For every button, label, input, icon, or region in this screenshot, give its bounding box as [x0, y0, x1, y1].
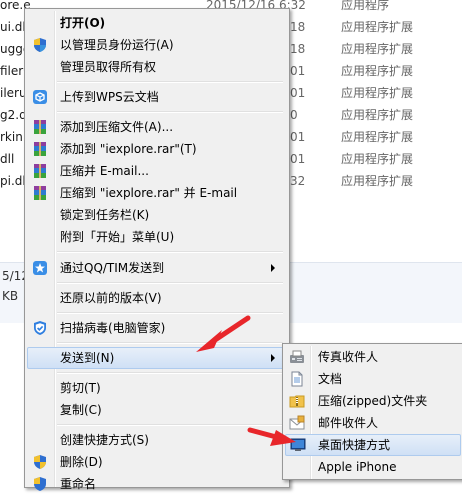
- file-date: 01: [290, 130, 306, 144]
- context-menu: 打开(O) 以管理员身份运行(A) 管理员取得所有权 上传到WPS云文档 添加到…: [24, 8, 290, 491]
- fax-icon: [289, 349, 305, 365]
- menu-item-add-to-archive[interactable]: 添加到压缩文件(A)...: [27, 116, 285, 138]
- submenu-arrow-icon: [271, 354, 275, 362]
- menu-item-label: 管理员取得所有权: [60, 60, 157, 74]
- menu-item-label: 添加到 "iexplore.rar"(T): [60, 142, 197, 156]
- send-to-submenu: 传真收件人 文档 压缩(zipped)文件夹 邮件收件人 桌面快捷方式 Appl…: [282, 343, 462, 480]
- menu-item-label: 附到「开始」菜单(U): [60, 230, 175, 244]
- file-type: 应用程序: [341, 0, 390, 12]
- menu-item-label: 扫描病毒(电脑管家): [60, 321, 166, 335]
- submenu-item-label: 压缩(zipped)文件夹: [318, 394, 428, 408]
- menu-item-label: 压缩到 "iexplore.rar" 并 E-mail: [60, 186, 238, 200]
- submenu-item-mail[interactable]: 邮件收件人: [285, 412, 461, 434]
- submenu-item-label: Apple iPhone: [318, 460, 397, 474]
- submenu-item-label: 文档: [318, 372, 343, 386]
- file-date: 0: [290, 108, 298, 122]
- file-type: 应用程序扩展: [341, 130, 414, 144]
- menu-item-run-as-admin[interactable]: 以管理员身份运行(A): [27, 34, 285, 56]
- file-date: 01: [290, 86, 306, 100]
- menu-item-compress-rar-email[interactable]: 压缩到 "iexplore.rar" 并 E-mail: [27, 182, 285, 204]
- submenu-item-iphone[interactable]: Apple iPhone: [285, 456, 461, 478]
- submenu-item-zip-folder[interactable]: 压缩(zipped)文件夹: [285, 390, 461, 412]
- menu-separator: [57, 372, 283, 374]
- menu-item-label: 剪切(T): [60, 381, 101, 395]
- menu-item-delete[interactable]: 删除(D): [27, 451, 285, 473]
- winrar-icon: [32, 163, 48, 179]
- menu-item-label: 以管理员身份运行(A): [60, 38, 174, 52]
- menu-separator: [57, 111, 283, 113]
- menu-separator: [57, 282, 283, 284]
- menu-separator: [57, 251, 283, 253]
- menu-item-send-to[interactable]: 发送到(N): [27, 347, 285, 369]
- menu-item-scan-virus[interactable]: 扫描病毒(电脑管家): [27, 317, 285, 339]
- menu-item-open[interactable]: 打开(O): [27, 12, 285, 34]
- submenu-item-label: 邮件收件人: [318, 416, 379, 430]
- file-date: 32: [290, 174, 306, 188]
- uac-shield-icon: [32, 454, 48, 470]
- menu-separator: [57, 424, 283, 426]
- menu-item-label: 创建快捷方式(S): [60, 433, 149, 447]
- submenu-item-label: 传真收件人: [318, 350, 379, 364]
- file-date: 01: [290, 152, 306, 166]
- file-type: 应用程序扩展: [341, 174, 414, 188]
- menu-separator: [57, 81, 283, 83]
- file-type: 应用程序扩展: [341, 108, 414, 122]
- submenu-item-documents[interactable]: 文档: [285, 368, 461, 390]
- menu-item-label: 删除(D): [60, 455, 103, 469]
- winrar-icon: [32, 141, 48, 157]
- file-type: 应用程序扩展: [341, 42, 414, 56]
- menu-item-label: 复制(C): [60, 403, 102, 417]
- winrar-icon: [32, 185, 48, 201]
- file-date: 18: [290, 42, 306, 56]
- menu-item-cut[interactable]: 剪切(T): [27, 377, 285, 399]
- menu-item-label: 上传到WPS云文档: [60, 90, 159, 104]
- menu-item-upload-wps[interactable]: 上传到WPS云文档: [27, 86, 285, 108]
- file-date: 01: [290, 64, 306, 78]
- file-type: 应用程序扩展: [341, 64, 414, 78]
- menu-item-label: 压缩并 E-mail...: [60, 164, 149, 178]
- iphone-icon: [289, 459, 305, 475]
- menu-item-label: 打开(O): [60, 16, 106, 30]
- uac-shield-icon: [32, 476, 48, 492]
- menu-item-label: 添加到压缩文件(A)...: [60, 120, 174, 134]
- menu-item-create-shortcut[interactable]: 创建快捷方式(S): [27, 429, 285, 451]
- menu-item-pin-start[interactable]: 附到「开始」菜单(U): [27, 226, 285, 248]
- submenu-arrow-icon: [271, 264, 275, 272]
- uac-shield-icon: [32, 37, 48, 53]
- mail-recipient-icon: [289, 415, 305, 431]
- menu-separator: [57, 342, 283, 344]
- menu-item-label: 还原以前的版本(V): [60, 291, 162, 305]
- file-date: 18: [290, 20, 306, 34]
- qq-star-icon: [32, 260, 48, 276]
- file-type: 应用程序扩展: [341, 86, 414, 100]
- menu-item-restore-versions[interactable]: 还原以前的版本(V): [27, 287, 285, 309]
- wps-cloud-icon: [32, 89, 48, 105]
- submenu-item-label: 桌面快捷方式: [318, 438, 391, 452]
- submenu-item-fax[interactable]: 传真收件人: [285, 346, 461, 368]
- menu-item-send-qq[interactable]: 通过QQ/TIM发送到: [27, 257, 285, 279]
- file-type: 应用程序扩展: [341, 152, 414, 166]
- menu-item-label: 通过QQ/TIM发送到: [60, 261, 165, 275]
- winrar-icon: [32, 119, 48, 135]
- menu-item-pin-taskbar[interactable]: 锁定到任务栏(K): [27, 204, 285, 226]
- submenu-item-desktop-shortcut[interactable]: 桌面快捷方式: [285, 434, 461, 456]
- shield-check-icon: [32, 320, 48, 336]
- desktop-icon: [290, 437, 306, 453]
- menu-separator: [57, 312, 283, 314]
- menu-item-label: 重命名: [60, 477, 97, 491]
- menu-item-add-to-rar[interactable]: 添加到 "iexplore.rar"(T): [27, 138, 285, 160]
- details-size: KB: [2, 289, 19, 303]
- menu-item-take-ownership[interactable]: 管理员取得所有权: [27, 56, 285, 78]
- menu-item-copy[interactable]: 复制(C): [27, 399, 285, 421]
- zip-folder-icon: [289, 393, 305, 409]
- menu-item-rename[interactable]: 重命名: [27, 473, 285, 495]
- menu-item-label: 发送到(N): [60, 351, 115, 365]
- menu-item-label: 锁定到任务栏(K): [60, 208, 150, 222]
- menu-item-compress-email[interactable]: 压缩并 E-mail...: [27, 160, 285, 182]
- document-icon: [289, 371, 305, 387]
- file-type: 应用程序扩展: [341, 20, 414, 34]
